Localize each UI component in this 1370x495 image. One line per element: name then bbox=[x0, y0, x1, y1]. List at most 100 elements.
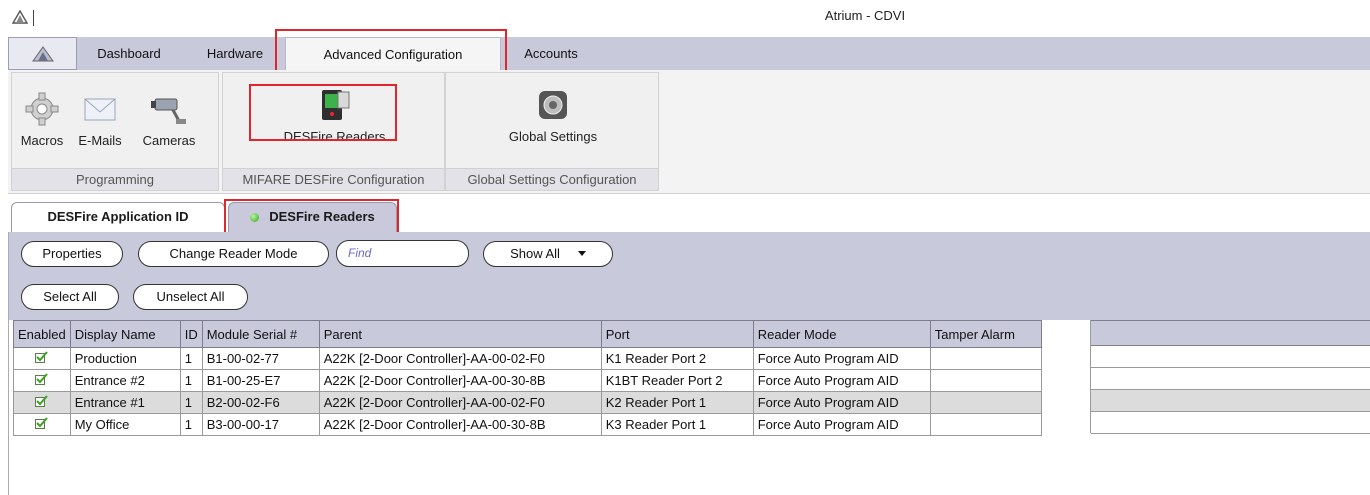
group-label-global-settings: Global Settings Configuration bbox=[446, 168, 658, 190]
global-settings-label: Global Settings bbox=[508, 129, 598, 144]
title-bar: Atrium - CDVI bbox=[0, 0, 1370, 36]
show-filter-value: Show All bbox=[510, 246, 560, 261]
show-filter-dropdown[interactable]: Show All bbox=[483, 241, 613, 267]
macros-button[interactable]: Macros bbox=[17, 91, 67, 148]
column-header-tamper-alarm[interactable]: Tamper Alarm bbox=[929, 320, 1042, 348]
ribbon-home-tab[interactable] bbox=[8, 37, 77, 70]
enabled-checkbox[interactable] bbox=[13, 369, 71, 392]
cell-serial: B1-00-25-E7 bbox=[201, 369, 320, 392]
filler-row bbox=[1091, 346, 1370, 368]
cell-parent: A22K [2-Door Controller]-AA-00-30-8B bbox=[318, 369, 602, 392]
envelope-icon bbox=[84, 98, 116, 121]
enabled-checkbox[interactable] bbox=[13, 347, 71, 370]
tab-dashboard[interactable]: Dashboard bbox=[86, 37, 172, 70]
grid-empty-column-area bbox=[1090, 320, 1370, 434]
unselect-all-button[interactable]: Unselect All bbox=[133, 284, 248, 310]
tab-desfire-readers-label: DESFire Readers bbox=[269, 209, 375, 224]
cell-tamper-alarm bbox=[929, 347, 1042, 370]
desfire-readers-button[interactable]: DESFire Readers bbox=[243, 87, 426, 144]
cell-id: 1 bbox=[179, 391, 203, 414]
cell-reader-mode: Force Auto Program AID bbox=[752, 413, 931, 436]
document-tab-bar: DESFire Application ID DESFire Readers bbox=[8, 202, 1370, 233]
column-header-enabled[interactable]: Enabled bbox=[13, 320, 71, 348]
cell-tamper-alarm bbox=[929, 369, 1042, 392]
filler-row bbox=[1091, 412, 1370, 434]
table-row-selected[interactable]: Entrance #1 1 B2-00-02-F6 A22K [2-Door C… bbox=[13, 391, 1042, 414]
camera-icon bbox=[151, 98, 186, 124]
select-all-button[interactable]: Select All bbox=[21, 284, 119, 310]
cell-parent: A22K [2-Door Controller]-AA-00-02-F0 bbox=[318, 347, 602, 370]
table-row[interactable]: Entrance #2 1 B1-00-25-E7 A22K [2-Door C… bbox=[13, 369, 1042, 392]
grid-toolbar: Properties Change Reader Mode Find Show … bbox=[9, 232, 1370, 320]
cameras-label: Cameras bbox=[142, 133, 196, 148]
cell-display-name: Entrance #1 bbox=[69, 391, 181, 414]
enabled-checkbox[interactable] bbox=[13, 413, 71, 436]
home-logo-icon bbox=[31, 46, 54, 62]
table-header-row: Enabled Display Name ID Module Serial # … bbox=[13, 320, 1042, 348]
ribbon-tab-bar: Dashboard Hardware Advanced Configuratio… bbox=[8, 37, 1370, 71]
tab-desfire-application-id-label: DESFire Application ID bbox=[47, 209, 189, 224]
desfire-readers-label: DESFire Readers bbox=[283, 129, 386, 144]
cameras-button[interactable]: Cameras bbox=[137, 91, 201, 148]
group-global-settings: Global Settings Global Settings Configur… bbox=[445, 72, 659, 191]
change-reader-mode-button[interactable]: Change Reader Mode bbox=[138, 241, 329, 267]
cell-reader-mode: Force Auto Program AID bbox=[752, 369, 931, 392]
chevron-down-icon bbox=[577, 251, 586, 256]
checked-checkbox-icon bbox=[35, 395, 49, 407]
column-header-serial[interactable]: Module Serial # bbox=[201, 320, 320, 348]
ribbon-body: Macros E-Mails Cameras Programming DESFi… bbox=[8, 70, 1370, 194]
tab-desfire-application-id[interactable]: DESFire Application ID bbox=[11, 202, 225, 232]
readers-table: Enabled Display Name ID Module Serial # … bbox=[13, 320, 1042, 436]
cell-serial: B1-00-02-77 bbox=[201, 347, 320, 370]
column-header-display-name[interactable]: Display Name bbox=[69, 320, 181, 348]
cell-id: 1 bbox=[179, 413, 203, 436]
cell-display-name: Entrance #2 bbox=[69, 369, 181, 392]
cell-reader-mode: Force Auto Program AID bbox=[752, 391, 931, 414]
enabled-checkbox[interactable] bbox=[13, 391, 71, 414]
tab-desfire-readers[interactable]: DESFire Readers bbox=[228, 202, 397, 232]
filler-row-selected bbox=[1091, 390, 1370, 412]
cell-tamper-alarm bbox=[929, 413, 1042, 436]
cell-parent: A22K [2-Door Controller]-AA-00-02-F0 bbox=[318, 391, 602, 414]
column-header-port[interactable]: Port bbox=[600, 320, 754, 348]
global-settings-button[interactable]: Global Settings bbox=[461, 87, 645, 144]
filler-header bbox=[1091, 320, 1370, 346]
settings-icon bbox=[539, 91, 567, 119]
column-header-reader-mode[interactable]: Reader Mode bbox=[752, 320, 931, 348]
find-input[interactable]: Find bbox=[336, 240, 469, 267]
macros-label: Macros bbox=[20, 133, 64, 148]
cell-display-name: My Office bbox=[69, 413, 181, 436]
cell-port: K2 Reader Port 1 bbox=[600, 391, 754, 414]
cell-display-name: Production bbox=[69, 347, 181, 370]
cell-port: K1BT Reader Port 2 bbox=[600, 369, 754, 392]
filler-row bbox=[1091, 368, 1370, 390]
cell-tamper-alarm bbox=[929, 391, 1042, 414]
group-label-programming: Programming bbox=[12, 168, 218, 190]
emails-button[interactable]: E-Mails bbox=[70, 91, 130, 148]
cell-port: K1 Reader Port 2 bbox=[600, 347, 754, 370]
cell-port: K3 Reader Port 1 bbox=[600, 413, 754, 436]
tab-hardware[interactable]: Hardware bbox=[198, 37, 272, 70]
desfire-readers-panel: Properties Change Reader Mode Find Show … bbox=[8, 232, 1370, 495]
emails-label: E-Mails bbox=[78, 133, 122, 148]
tab-advanced-configuration[interactable]: Advanced Configuration bbox=[285, 37, 501, 71]
window-title: Atrium - CDVI bbox=[824, 8, 906, 23]
status-led-icon bbox=[250, 213, 260, 222]
cell-reader-mode: Force Auto Program AID bbox=[752, 347, 931, 370]
column-header-parent[interactable]: Parent bbox=[318, 320, 602, 348]
checked-checkbox-icon bbox=[35, 373, 49, 385]
table-row[interactable]: My Office 1 B3-00-00-17 A22K [2-Door Con… bbox=[13, 413, 1042, 436]
cell-id: 1 bbox=[179, 369, 203, 392]
cell-serial: B3-00-00-17 bbox=[201, 413, 320, 436]
card-reader-icon bbox=[321, 90, 349, 120]
checked-checkbox-icon bbox=[35, 417, 49, 429]
cell-id: 1 bbox=[179, 347, 203, 370]
group-label-mifare-desfire: MIFARE DESFire Configuration bbox=[223, 168, 444, 190]
group-programming: Macros E-Mails Cameras Programming bbox=[11, 72, 219, 191]
tab-accounts[interactable]: Accounts bbox=[513, 37, 589, 70]
column-header-id[interactable]: ID bbox=[179, 320, 203, 348]
properties-button[interactable]: Properties bbox=[21, 241, 123, 267]
table-row[interactable]: Production 1 B1-00-02-77 A22K [2-Door Co… bbox=[13, 347, 1042, 370]
checked-checkbox-icon bbox=[35, 351, 49, 363]
cell-serial: B2-00-02-F6 bbox=[201, 391, 320, 414]
